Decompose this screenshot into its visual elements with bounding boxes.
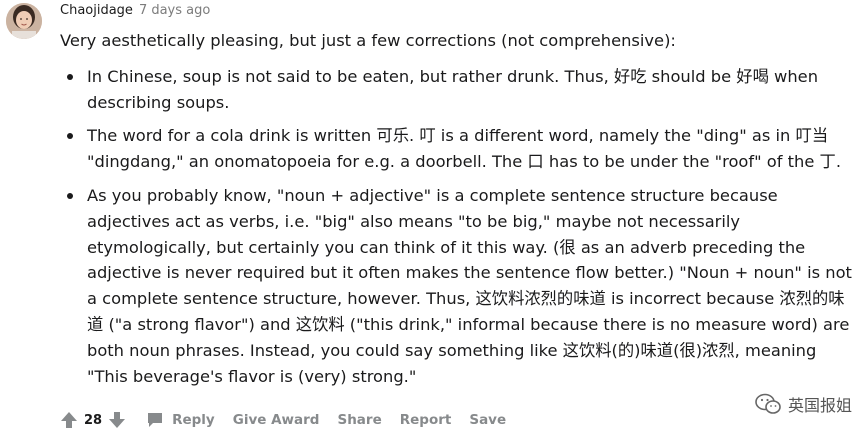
save-button[interactable]: Save — [469, 412, 506, 428]
avatar[interactable] — [6, 3, 42, 39]
vote-count: 28 — [84, 412, 103, 428]
reply-label: Reply — [172, 412, 215, 428]
watermark: 英国报姐 — [754, 392, 852, 416]
username-link[interactable]: Chaojidage — [60, 3, 133, 18]
speech-bubble-icon — [146, 411, 164, 429]
correction-list: In Chinese, soup is not said to be eaten… — [60, 64, 855, 390]
avatar-photo — [6, 3, 42, 39]
arrow-down-icon[interactable] — [108, 411, 126, 429]
share-button[interactable]: Share — [337, 412, 381, 428]
give-award-button[interactable]: Give Award — [233, 412, 320, 428]
watermark-text: 英国报姐 — [787, 396, 852, 415]
comment-body: Very aesthetically pleasing, but just a … — [60, 28, 855, 397]
report-button[interactable]: Report — [400, 412, 452, 428]
vote-controls: 28 — [60, 411, 126, 429]
timestamp[interactable]: 7 days ago — [139, 3, 210, 18]
list-item: In Chinese, soup is not said to be eaten… — [60, 64, 855, 116]
comment-header: Chaojidage 7 days ago — [60, 3, 210, 21]
reply-button[interactable]: Reply — [146, 411, 215, 429]
list-item: The word for a cola drink is written 可乐.… — [60, 123, 855, 175]
comment-actions: 28 Reply Give Award Share Report Save — [60, 406, 524, 434]
arrow-up-icon[interactable] — [60, 411, 78, 429]
list-item: As you probably know, "noun + adjective"… — [60, 183, 855, 389]
comment-container: Chaojidage 7 days ago Very aesthetically… — [0, 0, 860, 442]
comment-intro: Very aesthetically pleasing, but just a … — [60, 31, 676, 50]
wechat-icon — [754, 392, 782, 416]
